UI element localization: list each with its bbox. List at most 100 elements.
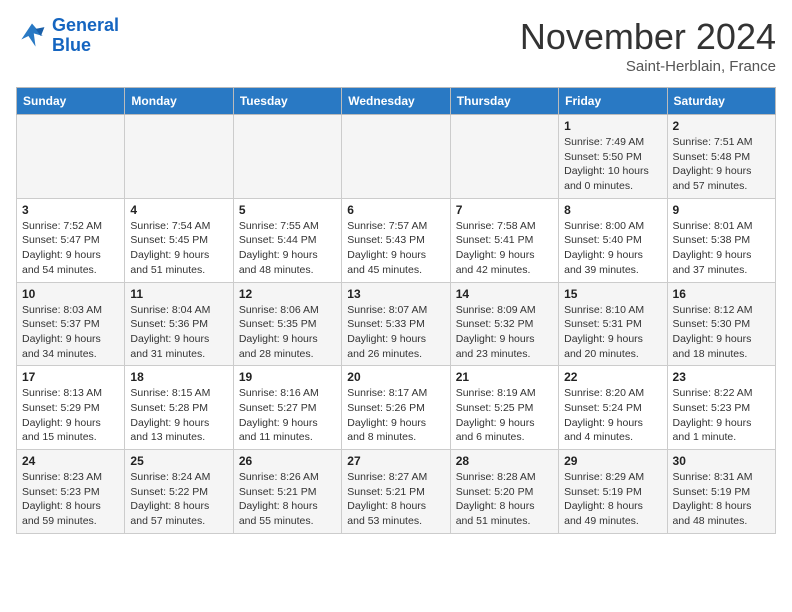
day-number: 24 [22, 454, 119, 468]
day-info: Sunrise: 8:01 AMSunset: 5:38 PMDaylight:… [673, 219, 770, 278]
day-info: Sunrise: 8:31 AMSunset: 5:19 PMDaylight:… [673, 470, 770, 529]
calendar-day-cell: 14 Sunrise: 8:09 AMSunset: 5:32 PMDayligh… [450, 282, 558, 366]
weekday-header-cell: Thursday [450, 88, 558, 115]
day-number: 10 [22, 287, 119, 301]
day-info: Sunrise: 7:54 AMSunset: 5:45 PMDaylight:… [130, 219, 227, 278]
calendar-day-cell: 22 Sunrise: 8:20 AMSunset: 5:24 PMDayligh… [559, 366, 667, 450]
day-info: Sunrise: 8:26 AMSunset: 5:21 PMDaylight:… [239, 470, 336, 529]
calendar-day-cell: 10 Sunrise: 8:03 AMSunset: 5:37 PMDayligh… [17, 282, 125, 366]
calendar-day-cell: 11Sunrise: 8:04 AMSunset: 5:36 PMDayligh… [125, 282, 233, 366]
calendar-day-cell: 23 Sunrise: 8:22 AMSunset: 5:23 PMDayligh… [667, 366, 775, 450]
calendar-week-row: 3Sunrise: 7:52 AMSunset: 5:47 PMDaylight… [17, 198, 776, 282]
day-number: 27 [347, 454, 444, 468]
calendar-day-cell [125, 115, 233, 199]
calendar-day-cell [17, 115, 125, 199]
day-info: Sunrise: 7:49 AMSunset: 5:50 PMDaylight:… [564, 135, 661, 194]
calendar-day-cell: 19 Sunrise: 8:16 AMSunset: 5:27 PMDayligh… [233, 366, 341, 450]
day-number: 19 [239, 370, 336, 384]
day-info: Sunrise: 8:09 AMSunset: 5:32 PMDaylight:… [456, 303, 553, 362]
day-info: Sunrise: 8:22 AMSunset: 5:23 PMDaylight:… [673, 386, 770, 445]
calendar-week-row: 1 Sunrise: 7:49 AMSunset: 5:50 PMDaylight… [17, 115, 776, 199]
calendar-day-cell: 8 Sunrise: 8:00 AMSunset: 5:40 PMDaylight… [559, 198, 667, 282]
calendar-day-cell: 21Sunrise: 8:19 AMSunset: 5:25 PMDayligh… [450, 366, 558, 450]
logo: General Blue [16, 16, 119, 56]
day-number: 30 [673, 454, 770, 468]
calendar-day-cell [342, 115, 450, 199]
day-info: Sunrise: 8:16 AMSunset: 5:27 PMDaylight:… [239, 386, 336, 445]
logo-icon [16, 20, 48, 52]
day-number: 8 [564, 203, 661, 217]
calendar-day-cell: 16Sunrise: 8:12 AMSunset: 5:30 PMDayligh… [667, 282, 775, 366]
calendar-day-cell: 5 Sunrise: 7:55 AMSunset: 5:44 PMDaylight… [233, 198, 341, 282]
day-number: 2 [673, 119, 770, 133]
day-number: 14 [456, 287, 553, 301]
calendar-day-cell: 4 Sunrise: 7:54 AMSunset: 5:45 PMDaylight… [125, 198, 233, 282]
calendar-day-cell: 2 Sunrise: 7:51 AMSunset: 5:48 PMDaylight… [667, 115, 775, 199]
day-number: 4 [130, 203, 227, 217]
calendar-day-cell: 13 Sunrise: 8:07 AMSunset: 5:33 PMDayligh… [342, 282, 450, 366]
day-number: 7 [456, 203, 553, 217]
calendar-day-cell: 30 Sunrise: 8:31 AMSunset: 5:19 PMDayligh… [667, 450, 775, 534]
day-info: Sunrise: 8:27 AMSunset: 5:21 PMDaylight:… [347, 470, 444, 529]
day-info: Sunrise: 8:29 AMSunset: 5:19 PMDaylight:… [564, 470, 661, 529]
day-info: Sunrise: 8:07 AMSunset: 5:33 PMDaylight:… [347, 303, 444, 362]
calendar-day-cell: 29 Sunrise: 8:29 AMSunset: 5:19 PMDayligh… [559, 450, 667, 534]
calendar-week-row: 10 Sunrise: 8:03 AMSunset: 5:37 PMDayligh… [17, 282, 776, 366]
day-info: Sunrise: 7:57 AMSunset: 5:43 PMDaylight:… [347, 219, 444, 278]
day-info: Sunrise: 8:19 AMSunset: 5:25 PMDaylight:… [456, 386, 553, 445]
day-info: Sunrise: 8:17 AMSunset: 5:26 PMDaylight:… [347, 386, 444, 445]
day-info: Sunrise: 8:06 AMSunset: 5:35 PMDaylight:… [239, 303, 336, 362]
day-number: 6 [347, 203, 444, 217]
weekday-header-cell: Monday [125, 88, 233, 115]
day-number: 18 [130, 370, 227, 384]
logo-text: General Blue [52, 16, 119, 56]
day-number: 5 [239, 203, 336, 217]
calendar-day-cell: 26 Sunrise: 8:26 AMSunset: 5:21 PMDayligh… [233, 450, 341, 534]
day-info: Sunrise: 8:10 AMSunset: 5:31 PMDaylight:… [564, 303, 661, 362]
day-number: 12 [239, 287, 336, 301]
calendar-day-cell: 6 Sunrise: 7:57 AMSunset: 5:43 PMDaylight… [342, 198, 450, 282]
day-number: 15 [564, 287, 661, 301]
day-number: 17 [22, 370, 119, 384]
location-title: Saint-Herblain, France [520, 58, 776, 75]
day-number: 1 [564, 119, 661, 133]
calendar-table: SundayMondayTuesdayWednesdayThursdayFrid… [16, 87, 776, 534]
calendar-body: 1 Sunrise: 7:49 AMSunset: 5:50 PMDaylight… [17, 115, 776, 534]
day-number: 3 [22, 203, 119, 217]
day-info: Sunrise: 8:20 AMSunset: 5:24 PMDaylight:… [564, 386, 661, 445]
calendar-day-cell: 18Sunrise: 8:15 AMSunset: 5:28 PMDayligh… [125, 366, 233, 450]
day-number: 20 [347, 370, 444, 384]
calendar-day-cell [233, 115, 341, 199]
day-info: Sunrise: 8:28 AMSunset: 5:20 PMDaylight:… [456, 470, 553, 529]
day-info: Sunrise: 7:55 AMSunset: 5:44 PMDaylight:… [239, 219, 336, 278]
weekday-header-cell: Tuesday [233, 88, 341, 115]
title-area: November 2024 Saint-Herblain, France [520, 16, 776, 75]
weekday-header-cell: Saturday [667, 88, 775, 115]
day-info: Sunrise: 8:23 AMSunset: 5:23 PMDaylight:… [22, 470, 119, 529]
calendar-day-cell [450, 115, 558, 199]
month-title: November 2024 [520, 16, 776, 58]
day-number: 22 [564, 370, 661, 384]
weekday-header-cell: Friday [559, 88, 667, 115]
day-number: 9 [673, 203, 770, 217]
day-info: Sunrise: 8:13 AMSunset: 5:29 PMDaylight:… [22, 386, 119, 445]
calendar-day-cell: 25 Sunrise: 8:24 AMSunset: 5:22 PMDayligh… [125, 450, 233, 534]
day-number: 26 [239, 454, 336, 468]
day-number: 23 [673, 370, 770, 384]
day-number: 25 [130, 454, 227, 468]
calendar-day-cell: 24 Sunrise: 8:23 AMSunset: 5:23 PMDayligh… [17, 450, 125, 534]
day-number: 28 [456, 454, 553, 468]
calendar-day-cell: 3Sunrise: 7:52 AMSunset: 5:47 PMDaylight… [17, 198, 125, 282]
day-number: 13 [347, 287, 444, 301]
day-info: Sunrise: 8:03 AMSunset: 5:37 PMDaylight:… [22, 303, 119, 362]
weekday-header-cell: Wednesday [342, 88, 450, 115]
calendar-day-cell: 17 Sunrise: 8:13 AMSunset: 5:29 PMDayligh… [17, 366, 125, 450]
calendar-day-cell: 7Sunrise: 7:58 AMSunset: 5:41 PMDaylight… [450, 198, 558, 282]
day-info: Sunrise: 7:51 AMSunset: 5:48 PMDaylight:… [673, 135, 770, 194]
calendar-week-row: 17 Sunrise: 8:13 AMSunset: 5:29 PMDayligh… [17, 366, 776, 450]
day-info: Sunrise: 8:00 AMSunset: 5:40 PMDaylight:… [564, 219, 661, 278]
day-number: 29 [564, 454, 661, 468]
calendar-day-cell: 9 Sunrise: 8:01 AMSunset: 5:38 PMDaylight… [667, 198, 775, 282]
calendar-day-cell: 12 Sunrise: 8:06 AMSunset: 5:35 PMDayligh… [233, 282, 341, 366]
day-info: Sunrise: 8:24 AMSunset: 5:22 PMDaylight:… [130, 470, 227, 529]
